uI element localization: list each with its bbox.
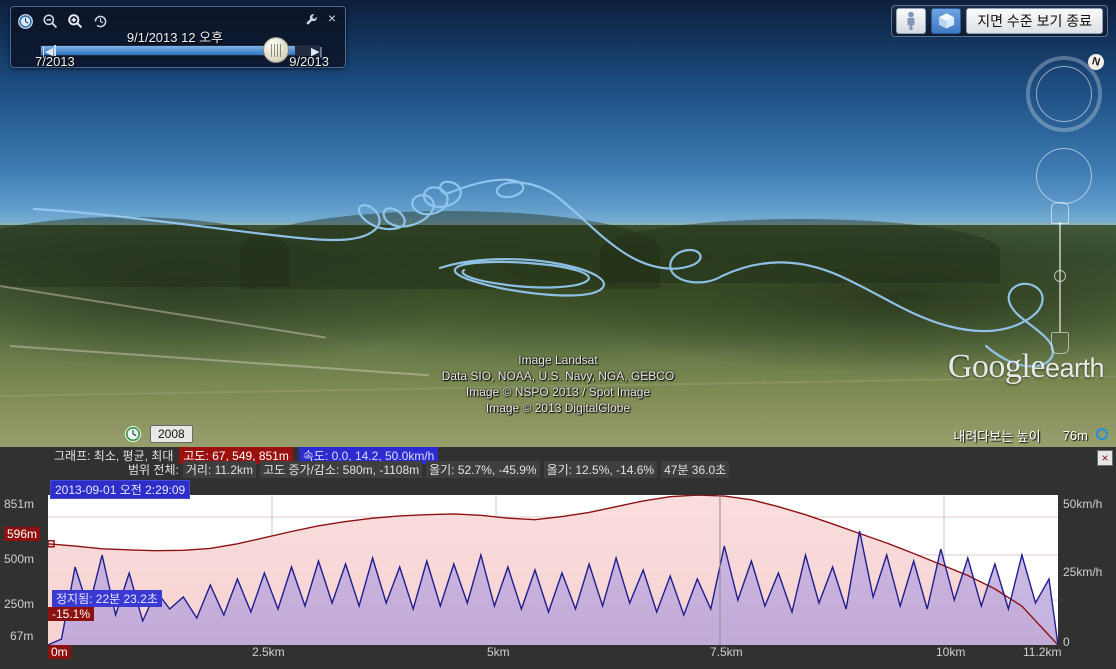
map-status-strip: 2008 내려다보는 높이 76m [0,421,1116,447]
historical-imagery-time-slider[interactable]: × 9/1/2013 12 오후 |◀ ▶| 7/2013 9/2013 [10,6,346,69]
elev-axis-label-250: 250m [4,597,35,611]
elev-axis-label-67: 67m [10,629,34,643]
eye-altitude-readout: 내려다보는 높이 76m [953,426,1088,445]
chart-stop-tooltip: 정지됨: 22분 23.2초 [52,590,162,607]
time-slider-range-start: 7/2013 [35,54,75,69]
attribution-line: Image © NSPO 2013 / Spot Image [465,385,651,399]
close-icon[interactable]: × [325,11,339,25]
elevation-speed-chart[interactable]: 2013-09-01 오전 2:29:09 정지됨: 22분 23.2초 -15… [48,480,1058,645]
google-earth-window: Image Landsat Data SIO, NOAA, U.S. Navy,… [0,0,1116,669]
historical-imagery-clock-icon[interactable] [124,425,142,443]
zoom-out-button[interactable] [1051,332,1069,354]
x-tick-2_5km: 2.5km [252,645,285,659]
chart-time-tooltip: 2013-09-01 오전 2:29:09 [50,480,191,499]
street-view-person-button[interactable] [896,8,927,34]
stat-avg-grade: 올기: 12.5%, -14.6% [543,461,658,478]
street-view-toolbar: 지면 수준 보기 종료 [891,5,1108,37]
speed-axis-label-50: 50km/h [1063,497,1103,511]
eye-altitude-value: 76m [1062,428,1088,443]
eye-altitude-label: 내려다보는 높이 [953,429,1041,444]
wrench-icon[interactable] [304,12,319,27]
x-tick-0m: 0m [48,645,71,659]
profile-range-stats-row: 범위 전체: 거리: 11.2km 고도 증가/감소: 580m, -1108m… [128,461,730,478]
x-tick-5km: 5km [487,645,510,659]
elevation-profile-panel: × 그래프: 최소, 평균, 최대 고도: 67, 549, 851m 속도: … [0,447,1116,669]
historical-imagery-year-badge[interactable]: 2008 [150,425,193,443]
attribution-line: Image © 2013 DigitalGlobe [485,401,631,415]
navigation-controls[interactable]: N [1022,52,1106,362]
x-tick-7_5km: 7.5km [710,645,743,659]
time-slider-fill [41,46,295,55]
elev-axis-highlight-596: 596m [4,527,41,541]
zoom-slider-knob[interactable] [1054,270,1066,282]
zoom-in-button[interactable] [1051,202,1069,224]
pan-joystick-ring[interactable] [1036,148,1092,204]
street-view-person-icon [907,11,915,30]
stat-distance: 거리: 11.2km [182,461,257,478]
x-tick-11_2km: 11.2km [1023,645,1062,659]
elev-axis-label-500: 500m [4,552,35,566]
exit-ground-level-view-button[interactable]: 지면 수준 보기 종료 [966,8,1103,34]
close-icon[interactable]: × [1097,450,1113,466]
earth-3d-view[interactable]: Image Landsat Data SIO, NOAA, U.S. Navy,… [0,0,1116,447]
chart-x-axis: 0m 2.5km 5km 7.5km 10km 11.2km [0,645,1116,665]
x-tick-10km: 10km [936,645,966,659]
speed-axis-label-25: 25km/h [1063,565,1103,579]
chart-canvas [48,495,1058,645]
3d-buildings-icon [938,13,954,29]
profile-range-prefix: 범위 전체: [128,463,179,477]
status-indicator-icon [1096,428,1108,440]
3d-buildings-button[interactable] [931,8,962,34]
stat-max-grade: 올기: 52.7%, -45.9% [426,461,540,478]
chart-grade-tooltip: -15.1% [48,607,95,621]
time-slider-range-end: 9/2013 [289,54,329,69]
stat-total-time: 47분 36.0초 [661,461,730,478]
time-slider-thumb[interactable] [263,37,289,63]
elev-axis-label-851: 851m [4,497,35,511]
look-joystick-inner-ring[interactable] [1036,66,1092,122]
stat-elevation-gain-loss: 고도 증가/감소: 580m, -1108m [260,461,423,478]
